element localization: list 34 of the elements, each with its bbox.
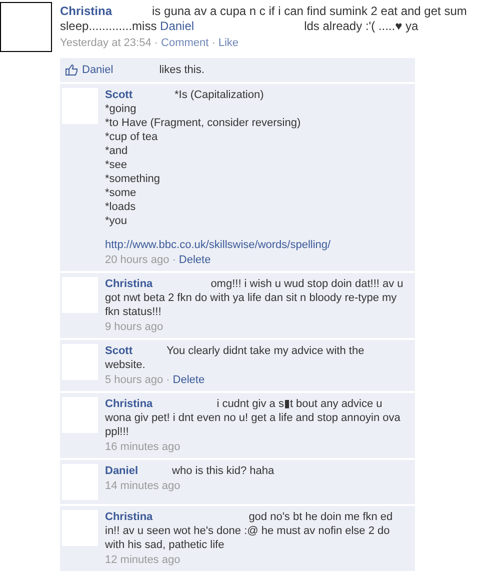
comment-time: 9 hours ago xyxy=(105,320,164,334)
comment-text: Christina omg!!! i wish u wud stop doin dat!!! av u got nwt beta 2 fkn do with ya life dan sit n bloody re-type my fkn status!!! xyxy=(105,277,404,319)
author-link[interactable]: Christina xyxy=(105,278,153,290)
mention-link[interactable]: Daniel xyxy=(160,19,194,33)
action-link[interactable]: Comment xyxy=(161,36,209,50)
author-link[interactable]: Daniel xyxy=(105,465,138,477)
comment-text: Daniel who is this kid? haha xyxy=(105,464,276,478)
comment-text: Christina i cudnt giv a s▮t bout any advice u wona giv pet! i dnt even no u! get a life and stop annoyin ova ppl!!! xyxy=(105,397,402,439)
liker-link[interactable]: Daniel xyxy=(82,63,114,77)
comment-time: 5 hours ago xyxy=(105,373,164,387)
author-link[interactable]: Christina xyxy=(60,4,112,18)
post-time: Yesterday at 23:54 xyxy=(60,36,152,50)
comment-time: 20 hours ago xyxy=(105,253,170,267)
comment-time: 16 minutes ago xyxy=(105,440,180,454)
comment-text: Scott You clearly didnt take my advice with the website. xyxy=(105,344,366,372)
comment-text: Scott *Is (Capitalization) *going *to Have (Fragment, consider reversing) *cup of tea *and *see *something *some *loads *you xyxy=(105,88,302,228)
delete-link[interactable]: Delete xyxy=(178,253,211,267)
delete-link[interactable]: Delete xyxy=(172,373,205,387)
action-link[interactable]: Like xyxy=(218,36,239,50)
comment-text: Christina god no's bt he doin me fkn ed in!! av u seen wot he's done :@ he must av nofin else 2 do with his sad, pathetic life xyxy=(105,510,394,552)
thumbs-up-icon xyxy=(65,64,78,76)
separator-dot: · xyxy=(166,373,170,387)
url-link[interactable]: http://www.bbc.co.uk/skillswise/words/spelling/ xyxy=(105,238,405,252)
likes-text: likes this. xyxy=(159,63,204,77)
author-link[interactable]: Scott xyxy=(105,89,132,101)
author-link[interactable]: Christina xyxy=(105,398,153,410)
comment-time: 12 minutes ago xyxy=(105,553,180,567)
separator-dot: · xyxy=(212,36,216,50)
status-text: Christina is guna av a cupa n c if i can find sumink 2 eat and get sum sleep.............miss Daniel lds already :'( .....♥ ya xyxy=(60,4,468,34)
separator-dot: · xyxy=(172,253,176,267)
separator-dot: · xyxy=(154,36,158,50)
comment-time: 14 minutes ago xyxy=(105,479,180,493)
author-link[interactable]: Christina xyxy=(105,511,153,523)
author-link[interactable]: Scott xyxy=(105,345,132,357)
